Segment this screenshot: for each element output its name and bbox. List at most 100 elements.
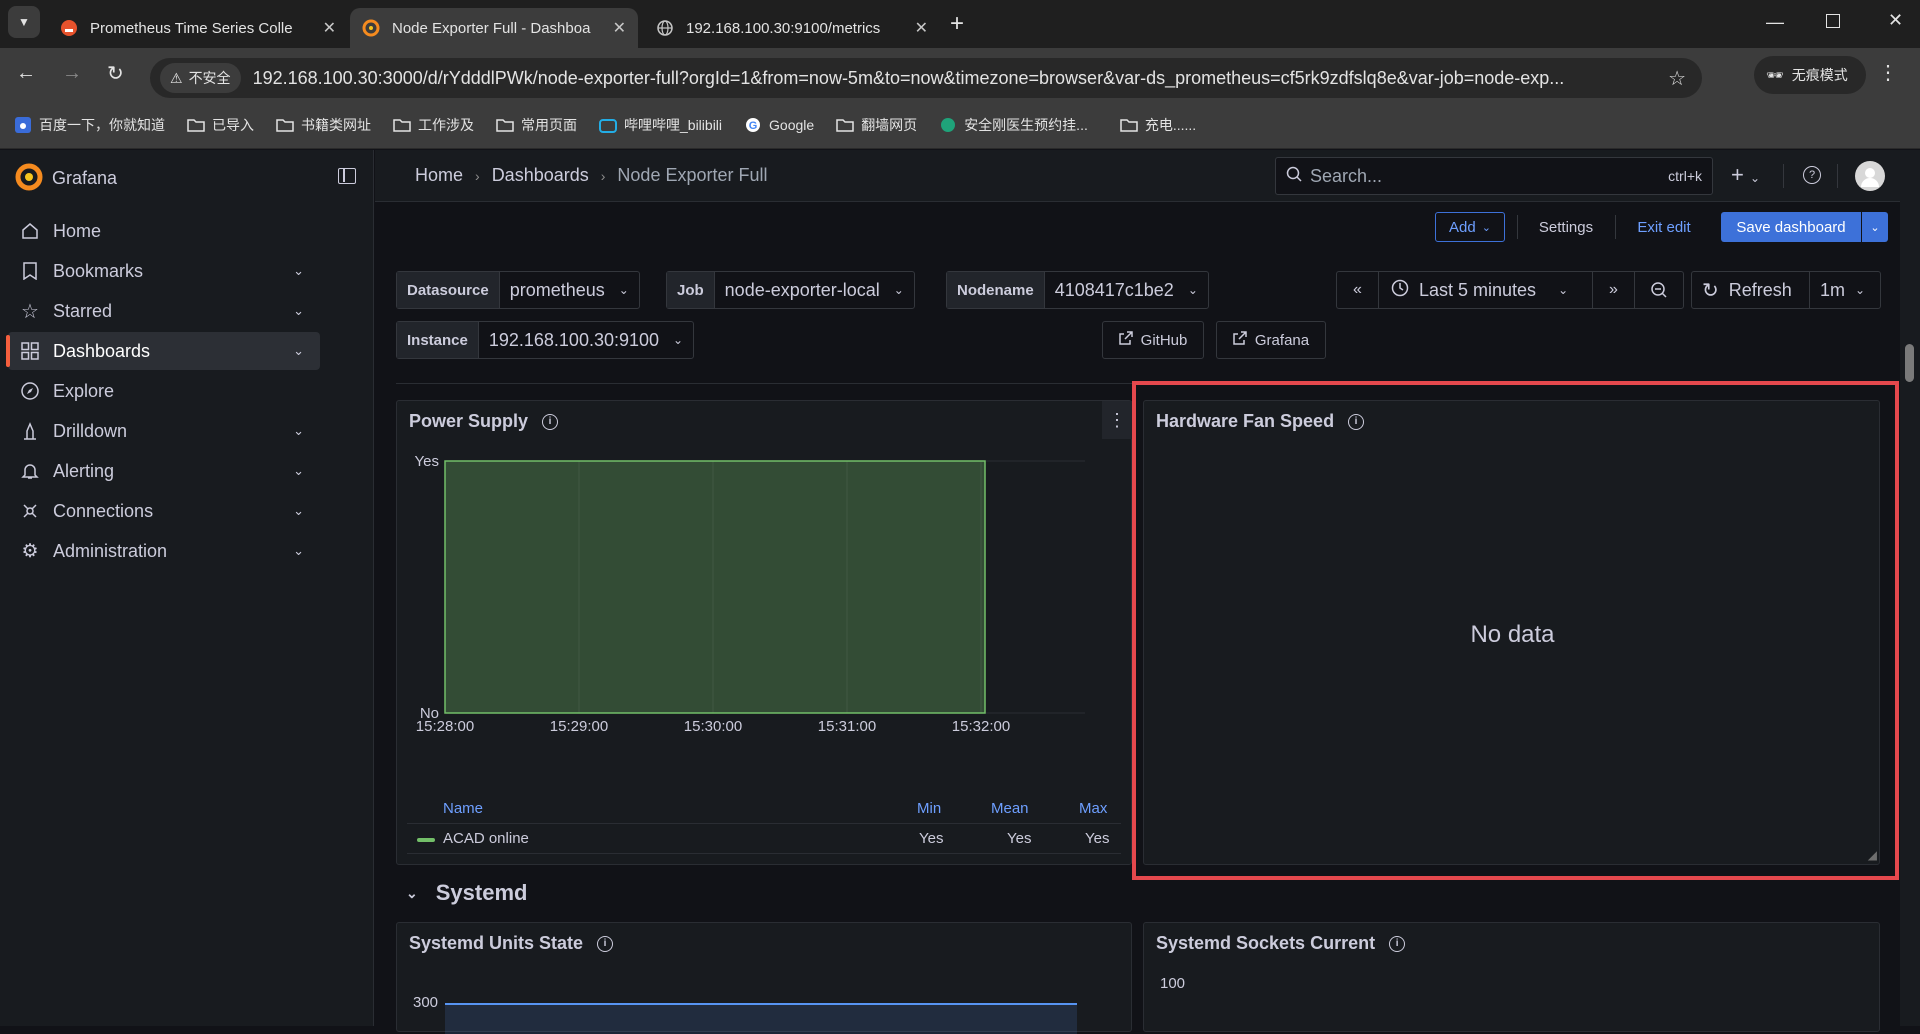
nav-alerting[interactable]: Alerting ⌄ [8, 452, 320, 490]
new-tab-icon[interactable]: + [950, 10, 964, 38]
close-icon[interactable]: ✕ [915, 18, 928, 38]
chevron-down-icon[interactable]: ⌄ [293, 463, 304, 479]
help-icon[interactable]: ? [1803, 166, 1821, 184]
info-icon[interactable]: i [1389, 935, 1406, 952]
var-job[interactable]: Job node-exporter-local ⌄ [666, 271, 915, 309]
divider [407, 823, 1121, 824]
reload-icon[interactable]: ↻ [107, 61, 124, 86]
x-tick-label: 15:29:00 [550, 718, 608, 735]
nav-bookmarks[interactable]: Bookmarks ⌄ [8, 252, 320, 290]
search-box[interactable]: Search... ctrl+k [1275, 157, 1713, 195]
nav-starred[interactable]: ☆ Starred ⌄ [8, 292, 320, 330]
info-icon[interactable]: i [597, 935, 614, 952]
nav-home[interactable]: Home [8, 212, 320, 250]
nav-dashboards[interactable]: Dashboards ⌄ [6, 332, 320, 370]
row-systemd[interactable]: ⌄ Systemd [406, 880, 527, 906]
bookmark-item[interactable]: 安全刚医生预约挂... [939, 115, 1088, 135]
breadcrumb-dashboards[interactable]: Dashboards [492, 165, 589, 186]
menu-icon[interactable]: ⋮ [1878, 60, 1898, 85]
dock-menu-icon[interactable] [338, 168, 356, 184]
grafana-link[interactable]: Grafana [1216, 321, 1326, 359]
baidu-icon [14, 116, 32, 134]
legend-header-min[interactable]: Min [917, 800, 941, 817]
add-button[interactable]: Add ⌄ [1435, 212, 1505, 242]
security-chip[interactable]: ⚠ 不安全 [160, 63, 241, 93]
star-bookmark-icon[interactable]: ☆ [1668, 66, 1686, 91]
chevron-down-icon[interactable]: ⌄ [293, 423, 304, 439]
bookmark-item[interactable]: 已导入 [187, 115, 254, 135]
incognito-label: 无痕模式 [1791, 67, 1848, 83]
panel-systemd-units-state[interactable]: Systemd Units State i 300 [396, 922, 1132, 1034]
legend-series-name[interactable]: ACAD online [443, 830, 529, 847]
var-nodename[interactable]: Nodename 4108417c1be2 ⌄ [946, 271, 1209, 309]
browser-tab-bar: ▼ Prometheus Time Series Colle ✕ Node Ex… [0, 0, 1920, 48]
drilldown-icon [20, 421, 40, 441]
legend-value-mean: Yes [1007, 830, 1032, 847]
bookmark-item[interactable]: 充电...... [1120, 115, 1196, 135]
legend-header-mean[interactable]: Mean [991, 800, 1029, 817]
bookmark-item[interactable]: 工作涉及 [393, 115, 474, 135]
github-link[interactable]: GitHub [1102, 321, 1204, 359]
avatar[interactable] [1855, 161, 1885, 191]
chevron-down-icon[interactable]: ⌄ [293, 303, 304, 319]
bookmark-item[interactable]: 翻墙网页 [836, 115, 917, 135]
star-icon: ☆ [21, 300, 39, 323]
bookmark-item[interactable]: 常用页面 [496, 115, 577, 135]
minimize-icon[interactable]: — [1766, 12, 1784, 33]
breadcrumb-home[interactable]: Home [415, 165, 463, 186]
close-icon[interactable]: ✕ [613, 18, 626, 38]
apps-icon [20, 341, 40, 361]
chevron-down-icon[interactable]: ⌄ [293, 543, 304, 559]
refresh-button[interactable]: ↻ Refresh [1692, 272, 1810, 308]
tab-node-exporter[interactable]: Node Exporter Full - Dashboa ✕ [350, 8, 638, 48]
chevron-down-icon[interactable]: ⌄ [293, 503, 304, 519]
save-dashboard-button[interactable]: Save dashboard [1721, 212, 1861, 242]
bookmark-item[interactable]: 书籍类网址 [276, 115, 371, 135]
bookmark-item[interactable]: G Google [744, 116, 814, 134]
settings-button[interactable]: Settings [1527, 212, 1605, 242]
page-scrollbar[interactable] [1900, 150, 1920, 1026]
chevron-down-icon[interactable]: ⌄ [293, 343, 304, 359]
time-back-icon[interactable]: « [1337, 272, 1379, 308]
panel-menu-icon[interactable]: ⋮ [1102, 401, 1132, 439]
incognito-badge[interactable]: 🕶 无痕模式 [1754, 56, 1866, 94]
tab-prometheus[interactable]: Prometheus Time Series Colle ✕ [48, 8, 348, 48]
forward-icon[interactable]: → [62, 62, 82, 85]
google-icon: G [744, 116, 762, 134]
omnibox[interactable]: ⚠ 不安全 192.168.100.30:3000/d/rYdddlPWk/no… [150, 58, 1702, 98]
plus-icon[interactable]: + ⌄ [1731, 162, 1760, 188]
nav-drilldown[interactable]: Drilldown ⌄ [8, 412, 320, 450]
save-options-chevron-icon[interactable]: ⌄ [1862, 212, 1888, 242]
var-instance[interactable]: Instance 192.168.100.30:9100 ⌄ [396, 321, 695, 359]
exit-edit-button[interactable]: Exit edit [1625, 212, 1703, 242]
bookmark-item[interactable]: 哔哩哔哩_bilibili [599, 115, 722, 135]
close-icon[interactable]: ✕ [323, 18, 336, 38]
nav-administration[interactable]: ⚙ Administration ⌄ [8, 532, 320, 570]
legend-header-name[interactable]: Name [443, 800, 483, 817]
bookmark-item[interactable]: 百度一下，你就知道 [14, 115, 165, 135]
var-datasource[interactable]: Datasource prometheus ⌄ [396, 271, 640, 309]
chevron-down-icon[interactable]: ⌄ [293, 263, 304, 279]
nav-connections[interactable]: Connections ⌄ [8, 492, 320, 530]
refresh-interval-picker[interactable]: 1m ⌄ [1810, 272, 1880, 308]
chevron-down-icon: ⌄ [1187, 283, 1198, 297]
panel-systemd-sockets-current[interactable]: Systemd Sockets Current i 100 [1143, 922, 1880, 1032]
breadcrumb-current: Node Exporter Full [617, 165, 768, 185]
zoom-out-icon[interactable] [1635, 272, 1683, 308]
time-forward-icon[interactable]: » [1593, 272, 1635, 308]
back-icon[interactable]: ← [16, 62, 36, 85]
grafana-sidebar: Grafana Home Bookmarks ⌄ ☆ Starred ⌄ Dashbo… [0, 150, 374, 1026]
restore-icon[interactable] [1826, 14, 1840, 28]
brand[interactable]: Grafana [14, 162, 117, 195]
window-close-icon[interactable]: ✕ [1888, 10, 1903, 31]
legend-header-max[interactable]: Max [1079, 800, 1107, 817]
panel-power-supply[interactable]: Power Supply i ⋮ No Yes 15:28:00 15:29:00 15… [396, 400, 1132, 865]
x-tick-label: 15:32:00 [952, 718, 1010, 735]
var-label: Job [667, 272, 715, 308]
tab-metrics[interactable]: 192.168.100.30:9100/metrics ✕ [644, 8, 940, 48]
scrollbar-thumb[interactable] [1905, 344, 1914, 382]
time-range-picker[interactable]: Last 5 minutes ⌄ [1379, 272, 1593, 308]
info-icon[interactable]: i [542, 413, 559, 430]
tab-search-button[interactable]: ▼ [8, 6, 40, 38]
nav-explore[interactable]: Explore [8, 372, 320, 410]
